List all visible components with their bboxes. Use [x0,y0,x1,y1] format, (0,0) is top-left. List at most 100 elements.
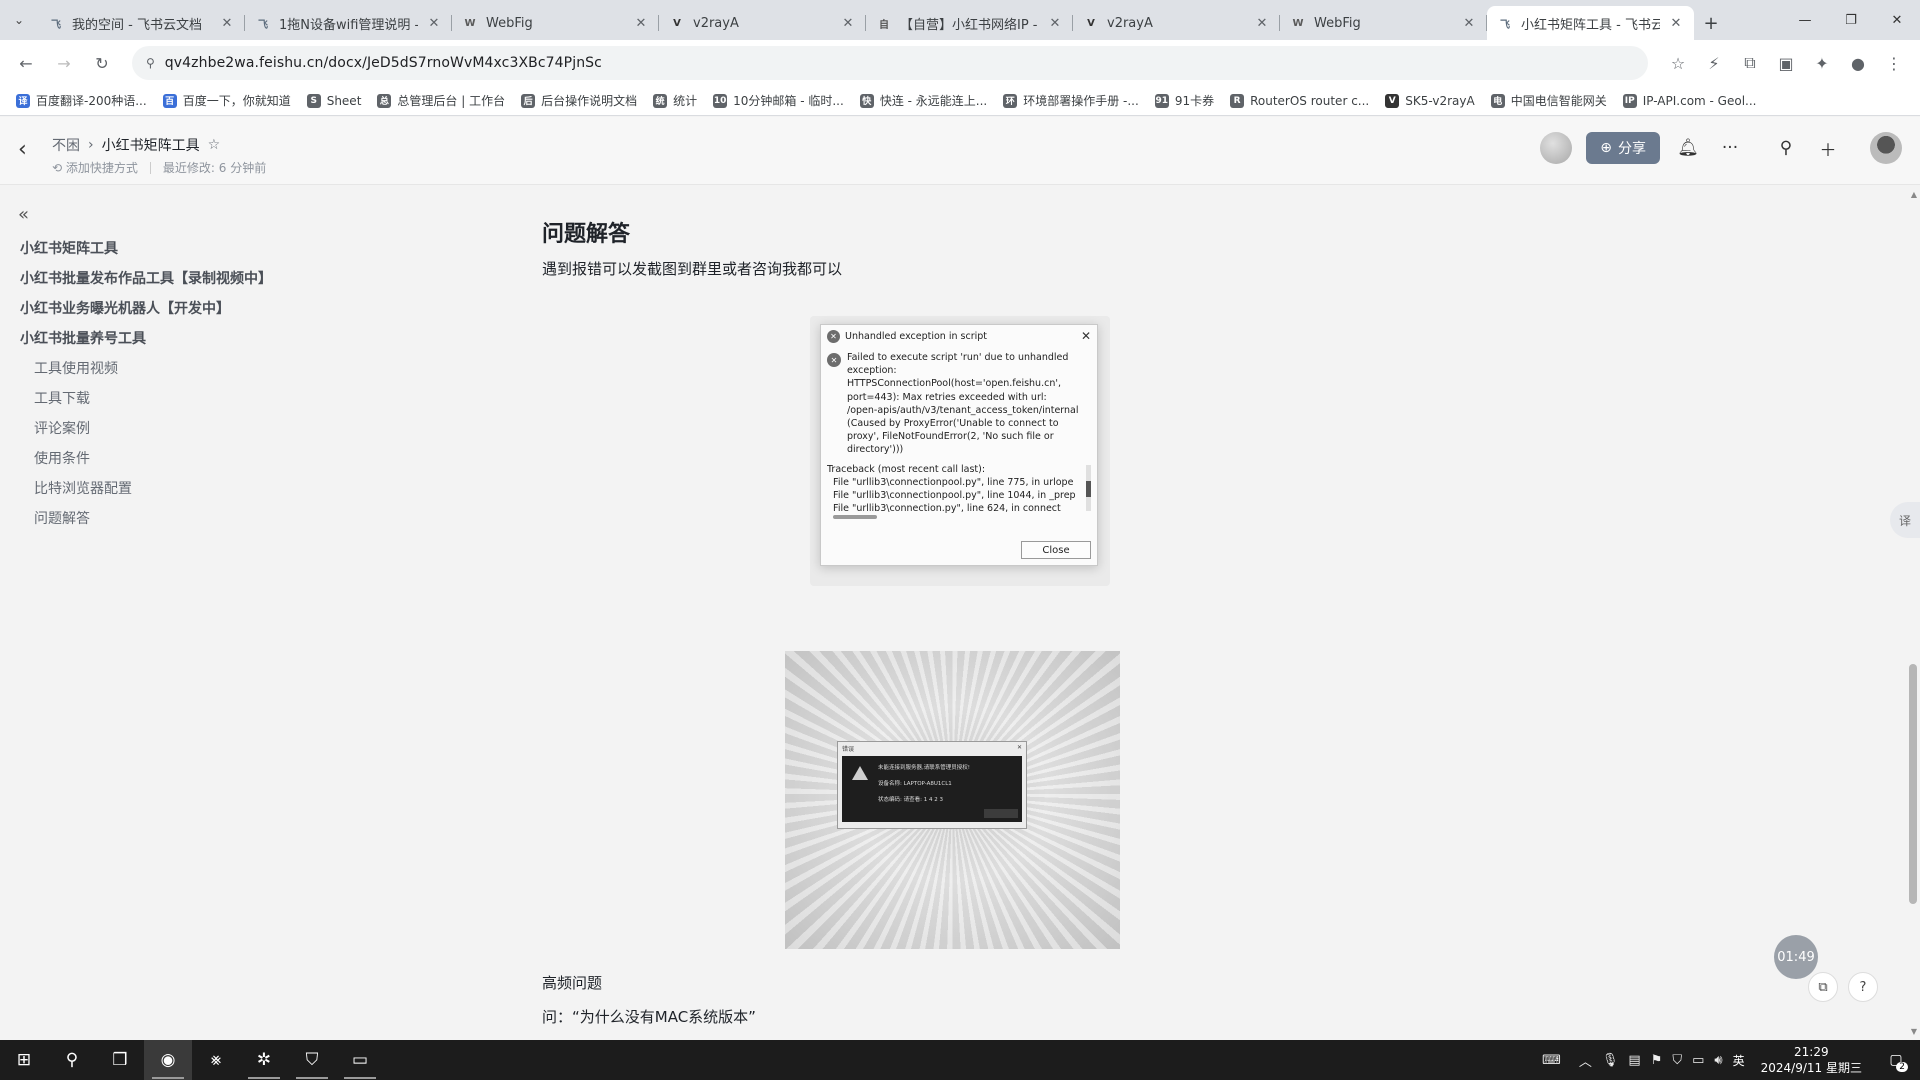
search-icon[interactable]: ⚲ [1772,134,1800,162]
shield-app-icon[interactable]: ⛉ [288,1040,336,1080]
bookmark-item[interactable]: 环环境部署操作手册 -... [997,89,1145,112]
clock[interactable]: 21:29 2024/9/11 星期三 [1761,1044,1862,1076]
address-url[interactable]: qv4zhbe2wa.feishu.cn/docx/JeD5dS7rnoWvM4… [165,55,602,71]
vpn-tray-icon[interactable]: ⚑ [1651,1053,1663,1068]
bookmark-item[interactable]: 电中国电信智能网关 [1485,89,1613,112]
browser-tab[interactable]: 飞我的空间 - 飞书云文档 ✕ [38,6,245,40]
scrollbar-thumb[interactable] [1909,664,1917,904]
screenshot-extension-icon[interactable]: ▣ [1770,47,1802,79]
close-window-button[interactable]: ✕ [1874,0,1920,40]
toc-item[interactable]: 评论案例 [20,414,272,444]
tab-close-icon[interactable]: ✕ [426,16,442,31]
bookmark-item[interactable]: 10 10分钟邮箱 - 临时... [707,89,850,112]
browser-tab[interactable]: 飞 1拖N设备wifi管理说明 - ✕ [245,6,452,40]
back-chevron-icon[interactable]: ‹ [18,137,27,162]
favorite-star-icon[interactable]: ☆ [208,137,221,153]
toc-item[interactable]: 小红书矩阵工具 [20,234,272,264]
toc-item[interactable]: 工具使用视频 [20,354,272,384]
notification-center-icon[interactable]: ▢ 2 [1878,1040,1914,1080]
page-scrollbar[interactable]: ▲ ▼ [1906,186,1920,1040]
collaborator-avatar[interactable] [1540,132,1573,164]
network-icon[interactable]: ▭ [1692,1053,1704,1068]
toc-item[interactable]: 比特浏览器配置 [20,474,272,504]
chrome-app-icon[interactable]: ◉ [144,1040,192,1080]
microphone-icon[interactable]: 🎙︎ [1602,1053,1619,1068]
tray-expand-icon[interactable]: ︿ [1579,1051,1592,1070]
bell-icon[interactable]: 🔔︎ [1674,134,1702,162]
reload-icon[interactable]: ↻ [86,47,118,79]
breadcrumb-parent[interactable]: 不困 [52,135,80,155]
input-language[interactable]: 英 [1733,1052,1745,1069]
task-view-icon[interactable]: ❒ [96,1040,144,1080]
toc-item[interactable]: 小红书业务曝光机器人【开发中】 [20,294,272,324]
more-icon[interactable]: ··· [1716,134,1744,162]
minimize-button[interactable]: — [1782,0,1828,40]
bookmark-item[interactable]: 后后台操作说明文档 [515,89,643,112]
add-icon[interactable]: ＋ [1814,134,1842,162]
profile-icon[interactable]: ● [1842,47,1874,79]
forward-arrow-icon[interactable]: → [48,47,80,79]
restore-button[interactable]: ❐ [1828,0,1874,40]
bookmark-item[interactable]: 快快连 - 永远能连上... [854,89,993,112]
recording-timer[interactable]: 01:49 [1774,935,1818,979]
volume-icon[interactable]: 🔊︎ [1714,1053,1722,1068]
bookmark-item[interactable]: V SK5-v2rayA [1379,91,1480,111]
bookmark-item[interactable]: R RouterOS router c... [1224,91,1375,111]
back-arrow-icon[interactable]: ← [10,47,42,79]
tab-close-icon[interactable]: ✕ [1254,16,1270,31]
network-tool-app-icon[interactable]: ✲ [240,1040,288,1080]
address-bar[interactable]: ⚲ qv4zhbe2wa.feishu.cn/docx/JeD5dS7rnoWv… [132,46,1648,80]
collapse-sidebar-icon[interactable]: « [18,204,29,225]
toc-item[interactable]: 问题解答 [20,504,272,534]
tab-close-icon[interactable]: ✕ [1668,16,1684,31]
tab-close-icon[interactable]: ✕ [219,16,235,31]
toc-item[interactable]: 使用条件 [20,444,272,474]
bookmark-star-icon[interactable]: ☆ [1662,47,1694,79]
translate-side-tab-icon[interactable]: 译 [1890,502,1920,538]
bookmark-item[interactable]: IP IP-API.com - Geol... [1617,91,1763,111]
tab-search-chevron-icon[interactable]: ⌄ [0,0,38,40]
server-error-screenshot[interactable]: 错误 ✕ 未能连接到服务器,请联系管理员授权! 设备名称: LAPTOP-A8U… [785,651,1120,949]
bookmark-item[interactable]: 译百度翻译-200种语... [10,89,153,112]
tab-close-icon[interactable]: ✕ [1461,16,1477,31]
site-info-icon[interactable]: ⚲ [146,56,155,70]
tab-close-icon[interactable]: ✕ [1047,16,1063,31]
breadcrumb-current[interactable]: 小红书矩阵工具 [102,135,200,155]
browser-tab[interactable]: W WebFig ✕ [452,6,659,40]
security-tray-icon[interactable]: ⛉ [1672,1053,1682,1068]
translate-extension-icon[interactable]: ⧉ [1734,47,1766,79]
tab-close-icon[interactable]: ✕ [840,16,856,31]
file-explorer-icon[interactable]: ▭ [336,1040,384,1080]
browser-tab[interactable]: Vv2rayA ✕ [1073,6,1280,40]
toc-item[interactable]: 小红书批量发布作品工具【录制视频中】 [20,264,272,294]
browser-tab[interactable]: W WebFig ✕ [1280,6,1487,40]
start-windows-icon[interactable]: ⊞ [0,1040,48,1080]
tab-close-icon[interactable]: ✕ [633,16,649,31]
bookmark-item[interactable]: 91 91卡券 [1149,89,1220,112]
browser-tab[interactable]: 自【自营】小红书网络IP - ✕ [866,6,1073,40]
toc-item[interactable]: 工具下载 [20,384,272,414]
error-dialog-screenshot[interactable]: ✕ Unhandled exception in script ✕ ✕ Fail… [810,316,1110,586]
share-button[interactable]: ⊕ 分享 [1586,132,1660,164]
browser-tab[interactable]: 飞小红书矩阵工具 - 飞书云 ✕ [1487,6,1694,40]
bookmark-item[interactable]: 总总管理后台 | 工作台 [371,89,511,112]
browser-tab[interactable]: Vv2rayA ✕ [659,6,866,40]
scroll-down-arrow-icon[interactable]: ▼ [1911,1027,1917,1036]
browser-menu-icon[interactable]: ⋮ [1878,47,1910,79]
help-icon[interactable]: ? [1848,972,1878,1002]
add-shortcut-link[interactable]: ⟲ 添加快捷方式 [52,159,138,176]
new-tab-button[interactable]: + [1694,6,1728,40]
app-tray-icon[interactable]: ▤ [1628,1053,1640,1068]
search-icon[interactable]: ⚲ [48,1040,96,1080]
vscode-app-icon[interactable]: ⨳ [192,1040,240,1080]
lightning-extension-icon[interactable]: ⚡ [1698,47,1730,79]
toc-item[interactable]: 小红书批量养号工具 [20,324,272,354]
scroll-up-arrow-icon[interactable]: ▲ [1911,190,1917,199]
bookmark-item[interactable]: 统统计 [647,89,703,112]
bookmark-item[interactable]: 百百度一下，你就知道 [157,89,297,112]
extensions-puzzle-icon[interactable]: ✦ [1806,47,1838,79]
keyboard-icon[interactable]: ⌨ [1542,1053,1561,1068]
user-avatar[interactable] [1870,132,1902,164]
bookmark-item[interactable]: S Sheet [301,91,368,111]
doc-helper-icon[interactable]: ⧉ [1808,972,1838,1002]
